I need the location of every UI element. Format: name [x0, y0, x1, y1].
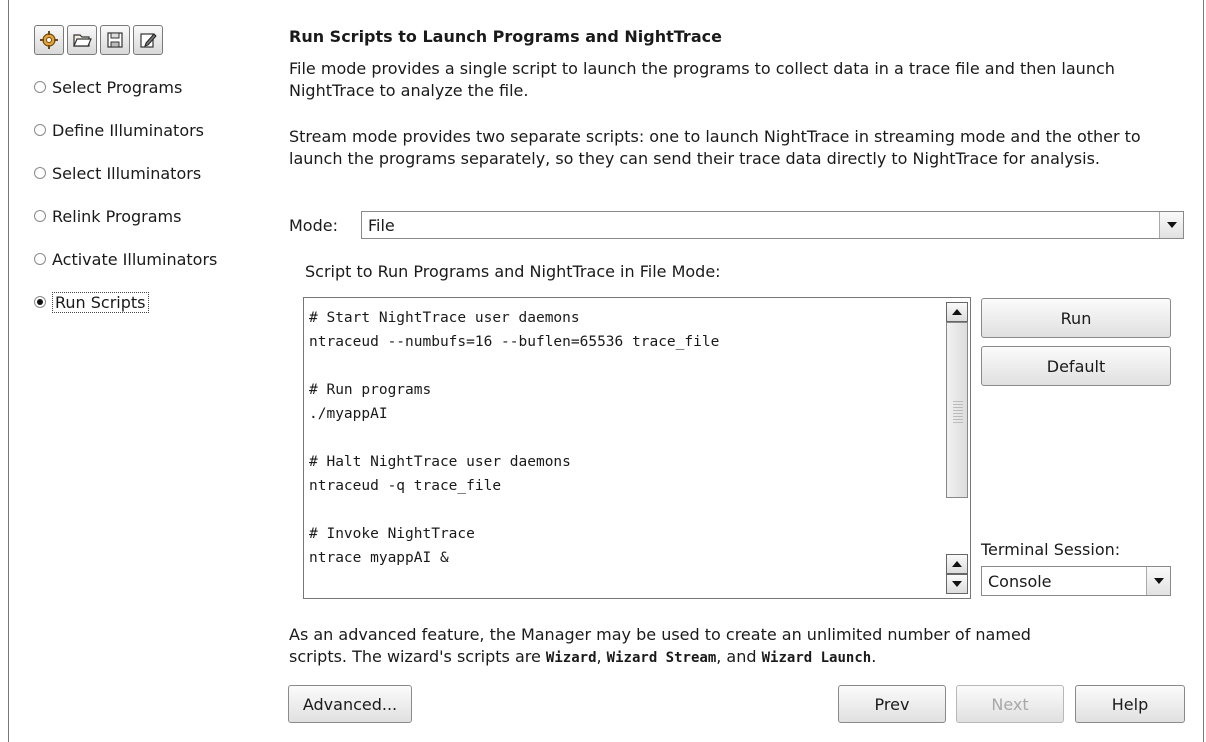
wizard-steps: Select Programs Define Illuminators Sele…: [34, 75, 217, 333]
radio-icon[interactable]: [34, 81, 46, 93]
advanced-description: As an advanced feature, the Manager may …: [289, 624, 1189, 669]
script-text[interactable]: # Start NightTrace user daemons ntraceud…: [309, 306, 942, 570]
prev-button[interactable]: Prev: [838, 685, 946, 723]
step-label: Run Scripts: [52, 291, 149, 313]
script-name-wizard-launch: Wizard Launch: [761, 650, 872, 666]
separator: , and: [716, 647, 762, 666]
mode-dropdown-button[interactable]: [1159, 212, 1183, 238]
script-name-wizard-stream: Wizard Stream: [606, 650, 717, 666]
advanced-button[interactable]: Advanced...: [288, 685, 412, 723]
mode-select[interactable]: File: [361, 211, 1184, 239]
default-button[interactable]: Default: [981, 346, 1171, 386]
page-title: Run Scripts to Launch Programs and Night…: [289, 27, 722, 46]
script-editor[interactable]: # Start NightTrace user daemons ntraceud…: [303, 297, 971, 599]
step-select-programs[interactable]: Select Programs: [34, 75, 217, 99]
step-label: Select Illuminators: [52, 163, 202, 183]
radio-icon[interactable]: [34, 124, 46, 136]
step-relink-programs[interactable]: Relink Programs: [34, 204, 217, 228]
terminal-dropdown-button[interactable]: [1146, 567, 1170, 595]
step-label: Define Illuminators: [52, 120, 205, 140]
scroll-up-button-lower[interactable]: [946, 554, 968, 574]
chevron-down-icon: [1153, 578, 1164, 584]
script-name-wizard: Wizard: [545, 650, 597, 666]
edit-icon: [140, 33, 157, 48]
step-activate-illuminators[interactable]: Activate Illuminators: [34, 247, 217, 271]
step-label: Activate Illuminators: [52, 249, 218, 269]
open-button[interactable]: [67, 25, 97, 55]
vertical-scrollbar[interactable]: [946, 302, 968, 594]
step-select-illuminators[interactable]: Select Illuminators: [34, 161, 217, 185]
terminal-session-value: Console: [988, 571, 1052, 591]
mode-label: Mode:: [289, 216, 338, 235]
radio-selected-icon[interactable]: [34, 296, 46, 308]
chevron-down-icon: [1166, 222, 1177, 228]
radio-icon[interactable]: [34, 210, 46, 222]
help-button[interactable]: Help: [1075, 685, 1185, 723]
edit-button[interactable]: [133, 25, 163, 55]
run-button[interactable]: Run: [981, 298, 1171, 338]
step-label: Select Programs: [52, 77, 183, 97]
terminal-session-select[interactable]: Console: [981, 566, 1171, 596]
end-dot: .: [871, 647, 877, 666]
mode-value: File: [368, 215, 395, 235]
save-icon: [107, 32, 123, 48]
separator: ,: [596, 647, 607, 666]
arrow-down-icon: [952, 581, 962, 587]
step-run-scripts[interactable]: Run Scripts: [34, 290, 217, 314]
scroll-down-button[interactable]: [946, 574, 968, 594]
save-button[interactable]: [100, 25, 130, 55]
next-button[interactable]: Next: [956, 685, 1064, 723]
script-label: Script to Run Programs and NightTrace in…: [305, 262, 721, 281]
advanced-text-line1: As an advanced feature, the Manager may …: [289, 625, 1031, 644]
radio-icon[interactable]: [34, 253, 46, 265]
step-define-illuminators[interactable]: Define Illuminators: [34, 118, 217, 142]
settings-button[interactable]: [34, 25, 64, 55]
file-mode-description: File mode provides a single script to la…: [289, 59, 1115, 100]
toolbar: [34, 25, 163, 55]
scroll-up-button[interactable]: [946, 302, 968, 322]
open-folder-icon: [73, 34, 92, 47]
radio-icon[interactable]: [34, 167, 46, 179]
terminal-session-label: Terminal Session:: [981, 540, 1121, 559]
settings-icon: [40, 31, 58, 49]
arrow-up-icon: [952, 309, 962, 315]
advanced-text-line2: scripts. The wizard's scripts are: [289, 647, 546, 666]
grip-icon: [953, 401, 963, 425]
step-label: Relink Programs: [52, 206, 182, 226]
scroll-thumb[interactable]: [946, 322, 968, 498]
stream-mode-description: Stream mode provides two separate script…: [289, 127, 1141, 168]
arrow-up-icon: [952, 561, 962, 567]
